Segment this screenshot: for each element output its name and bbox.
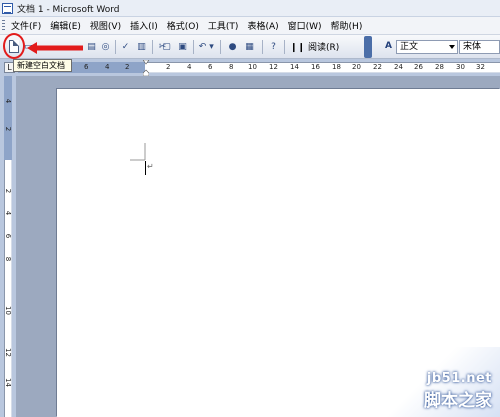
menu-view[interactable]: 视图(V)	[90, 19, 121, 32]
watermark-logo: jb51.net 脚本之家	[424, 371, 492, 411]
menu-window[interactable]: 窗口(W)	[288, 19, 322, 32]
ruler-number: 4	[105, 63, 110, 71]
ruler-number: 32	[476, 63, 485, 71]
paragraph-mark: ↵	[147, 162, 154, 171]
watermark-name: 脚本之家	[424, 391, 492, 411]
watermark-site: jb51.net	[426, 371, 492, 386]
text-cursor	[145, 161, 146, 175]
indent-marker-icon[interactable]	[143, 60, 149, 76]
help-icon[interactable]: ?	[267, 40, 280, 53]
menu-grip-handle[interactable]	[2, 19, 5, 32]
ruler-number: 8	[229, 63, 234, 71]
ruler-number: 20	[352, 63, 361, 71]
table-icon[interactable]: ▦	[243, 40, 256, 53]
vertical-ruler-number: 4	[4, 98, 12, 104]
ruler-number: 28	[435, 63, 444, 71]
vertical-ruler-number: 12	[4, 348, 12, 357]
read-mode-button[interactable]: ❙❙ 阅读(R)	[290, 40, 339, 53]
read-icon: ❙❙	[290, 43, 306, 53]
style-select-value: 正文	[400, 42, 419, 52]
vertical-ruler-number: 6	[4, 233, 12, 239]
font-select-value: 宋体	[463, 42, 482, 52]
menu-edit[interactable]: 编辑(E)	[50, 19, 81, 32]
ruler-number: 12	[269, 63, 278, 71]
vertical-ruler-number: 10	[4, 306, 12, 315]
paste-icon[interactable]: ▣	[176, 40, 189, 53]
vertical-ruler-top-margin	[4, 76, 12, 160]
ruler-number: 4	[187, 63, 192, 71]
vertical-ruler-number: 2	[4, 188, 12, 194]
menu-table[interactable]: 表格(A)	[247, 19, 278, 32]
chevron-down-icon	[449, 45, 455, 49]
read-mode-label: 阅读(R)	[307, 43, 340, 53]
print-preview-icon[interactable]: ◎	[99, 40, 112, 53]
annotation-circle	[3, 33, 25, 59]
toolbar-separator	[220, 40, 221, 54]
styles-pane-icon[interactable]: A	[385, 41, 392, 51]
ruler-number: 6	[208, 63, 213, 71]
ruler-number: 24	[394, 63, 403, 71]
toolbar-options-icon[interactable]	[364, 36, 372, 58]
undo-dropdown-icon[interactable]: ▾	[208, 40, 215, 53]
vertical-ruler-number: 8	[4, 256, 12, 262]
menu-tools[interactable]: 工具(T)	[208, 19, 239, 32]
ruler-number: 18	[332, 63, 341, 71]
vertical-ruler-number: 2	[4, 126, 12, 132]
menu-bar: 文件(F) 编辑(E) 视图(V) 插入(I) 格式(O) 工具(T) 表格(A…	[0, 17, 500, 35]
vertical-ruler-number: 4	[4, 210, 12, 216]
copy-icon[interactable]: ▢	[160, 40, 173, 53]
menu-help[interactable]: 帮助(H)	[331, 19, 363, 32]
ruler-number: 10	[248, 63, 257, 71]
ruler-number: 22	[373, 63, 382, 71]
ruler-number: 14	[290, 63, 299, 71]
research-icon[interactable]: ▥	[135, 40, 148, 53]
font-select[interactable]: 宋体	[459, 40, 500, 54]
margin-crop-mark	[130, 143, 146, 161]
style-select[interactable]: 正文	[396, 40, 458, 54]
spelling-icon[interactable]: ✓	[119, 40, 132, 53]
word-app-icon[interactable]	[2, 2, 13, 14]
hyperlink-icon[interactable]: ●	[226, 40, 239, 53]
ruler-number: 2	[125, 63, 130, 71]
menu-format[interactable]: 格式(O)	[167, 19, 199, 32]
ruler-number: 30	[456, 63, 465, 71]
ruler-number: 26	[414, 63, 423, 71]
toolbar-separator	[193, 40, 194, 54]
ruler-number: 2	[166, 63, 171, 71]
annotation-arrow	[27, 42, 83, 54]
toolbar-separator	[115, 40, 116, 54]
title-bar: 文档 1 - Microsoft Word	[0, 0, 500, 17]
toolbar-separator	[262, 40, 263, 54]
toolbar-separator	[284, 40, 285, 54]
window-title: 文档 1 - Microsoft Word	[17, 4, 120, 15]
ruler-number: 16	[311, 63, 320, 71]
new-document-tooltip: 新建空白文档	[13, 59, 72, 72]
menu-insert[interactable]: 插入(I)	[130, 19, 158, 32]
vertical-ruler-number: 14	[4, 378, 12, 387]
ruler-number: 6	[84, 63, 89, 71]
toolbar-separator	[152, 40, 153, 54]
menu-file[interactable]: 文件(F)	[11, 19, 41, 32]
